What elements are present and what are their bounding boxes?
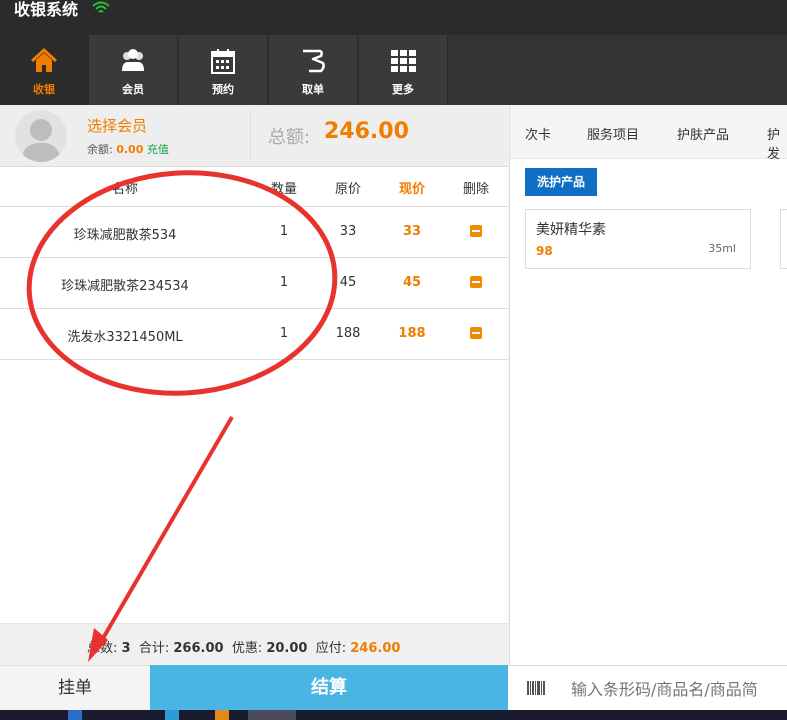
product-search-input[interactable] xyxy=(569,674,787,704)
row-name: 珍珠减肥散茶534 xyxy=(73,228,177,243)
title-bar: 收银系统 xyxy=(0,0,787,35)
user-silhouette-icon xyxy=(21,119,61,162)
taskbar-app[interactable] xyxy=(165,710,179,720)
toolbar-appointment-button[interactable]: 预约 xyxy=(179,35,268,105)
row-qty[interactable]: 1 xyxy=(264,224,304,239)
calendar-icon xyxy=(211,49,235,74)
toolbar-members-button[interactable]: 会员 xyxy=(89,35,178,105)
taskbar-app[interactable] xyxy=(215,710,229,720)
toolbar-label: 收银 xyxy=(33,83,55,96)
bottom-bar: 挂单 结算 xyxy=(0,665,787,711)
total-label: 总额: xyxy=(268,127,311,148)
subcategory-tab[interactable]: 洗护产品 xyxy=(525,168,598,196)
divider xyxy=(250,111,251,159)
row-current-price[interactable]: 33 xyxy=(392,224,432,239)
home-icon xyxy=(30,47,58,72)
avatar[interactable] xyxy=(15,110,67,162)
taskbar-app-active[interactable] xyxy=(248,710,296,720)
toolbar-more-button[interactable]: 更多 xyxy=(359,35,448,105)
row-orig-price: 188 xyxy=(335,326,361,341)
delete-row-button[interactable] xyxy=(470,276,482,288)
row-orig-price: 45 xyxy=(339,275,357,290)
hang-order-button[interactable]: 挂单 xyxy=(0,665,150,711)
toolbar-label: 更多 xyxy=(392,83,414,96)
product-spec: 35ml xyxy=(708,242,736,255)
discount-value: 20.00 xyxy=(266,641,308,656)
cart-table-header: 名称 数量 原价 现价 删除 xyxy=(0,166,508,207)
balance-label: 余额: xyxy=(87,143,113,156)
toolbar-label: 会员 xyxy=(122,83,144,96)
category-tabs: 次卡 服务项目 护肤产品 护发 xyxy=(510,105,787,162)
header-current-price: 现价 xyxy=(398,182,425,197)
product-card[interactable]: 美妍精华素 98 35ml xyxy=(525,209,751,269)
take-order-icon xyxy=(303,49,325,73)
toolbar-label: 取单 xyxy=(302,83,324,96)
toolbar-take-order-button[interactable]: 取单 xyxy=(269,35,358,105)
product-price: 98 xyxy=(536,244,553,258)
header-delete: 删除 xyxy=(462,182,489,197)
barcode-icon[interactable] xyxy=(527,681,545,695)
delete-row-button[interactable] xyxy=(470,327,482,339)
tab-skincare[interactable]: 护肤产品 xyxy=(677,124,729,143)
taskbar-app[interactable] xyxy=(68,710,82,720)
balance-row: 余额: 0.00 充值 xyxy=(87,141,169,157)
header-orig-price: 原价 xyxy=(334,182,361,197)
due-value: 246.00 xyxy=(350,641,401,656)
table-row[interactable]: 洗发水3321450ML 1 188 188 xyxy=(0,309,508,360)
tab-services[interactable]: 服务项目 xyxy=(587,124,639,143)
search-bar xyxy=(509,665,787,711)
sum-value: 266.00 xyxy=(173,641,224,656)
row-qty[interactable]: 1 xyxy=(264,275,304,290)
row-current-price[interactable]: 45 xyxy=(392,275,432,290)
table-row[interactable]: 珍珠减肥散茶234534 1 45 45 xyxy=(0,258,508,309)
main-toolbar: 收银 会员 预约 取单 更多 xyxy=(0,35,787,105)
header-qty: 数量 xyxy=(270,182,297,197)
toolbar-label: 预约 xyxy=(212,83,234,96)
member-bar: 选择会员 余额: 0.00 充值 总额: 246.00 xyxy=(0,105,508,167)
tab-card[interactable]: 次卡 xyxy=(525,124,551,143)
product-name: 美妍精华素 xyxy=(536,222,606,238)
tab-haircare[interactable]: 护发 xyxy=(767,124,787,162)
cart-summary: 总数: 3 合计: 266.00 优惠: 20.00 应付: 246.00 xyxy=(0,623,508,666)
sum-label: 合计: xyxy=(138,641,170,656)
count-label: 总数: xyxy=(87,641,118,656)
members-icon xyxy=(122,49,144,71)
row-name: 珍珠减肥散茶234534 xyxy=(61,279,189,294)
delete-row-button[interactable] xyxy=(470,225,482,237)
toolbar-cashier-button[interactable]: 收银 xyxy=(0,35,89,105)
row-qty[interactable]: 1 xyxy=(264,326,304,341)
grid-icon xyxy=(391,50,416,72)
header-name: 名称 xyxy=(111,182,138,197)
wifi-icon xyxy=(92,1,110,13)
table-row[interactable]: 珍珠减肥散茶534 1 33 33 xyxy=(0,207,508,258)
os-taskbar xyxy=(0,710,787,720)
select-member-link[interactable]: 选择会员 xyxy=(87,115,147,136)
settle-button[interactable]: 结算 xyxy=(150,665,508,710)
app-title: 收银系统 xyxy=(14,0,79,19)
count-value: 3 xyxy=(121,641,131,656)
total-value: 246.00 xyxy=(324,119,409,144)
summary-text: 总数: 3 合计: 266.00 优惠: 20.00 应付: 246.00 xyxy=(87,637,400,656)
recharge-link[interactable]: 充值 xyxy=(147,143,169,156)
product-card-partial[interactable] xyxy=(780,209,787,269)
cart-panel: 选择会员 余额: 0.00 充值 总额: 246.00 名称 数量 原价 现价 … xyxy=(0,105,508,666)
row-current-price[interactable]: 188 xyxy=(392,326,432,341)
row-name: 洗发水3321450ML xyxy=(67,330,183,345)
discount-label: 优惠: xyxy=(231,641,263,656)
product-panel: 次卡 服务项目 护肤产品 护发 洗护产品 美妍精华素 98 35ml xyxy=(509,105,787,665)
due-label: 应付: xyxy=(315,641,347,656)
row-orig-price: 33 xyxy=(339,224,357,239)
balance-value: 0.00 xyxy=(116,143,144,156)
